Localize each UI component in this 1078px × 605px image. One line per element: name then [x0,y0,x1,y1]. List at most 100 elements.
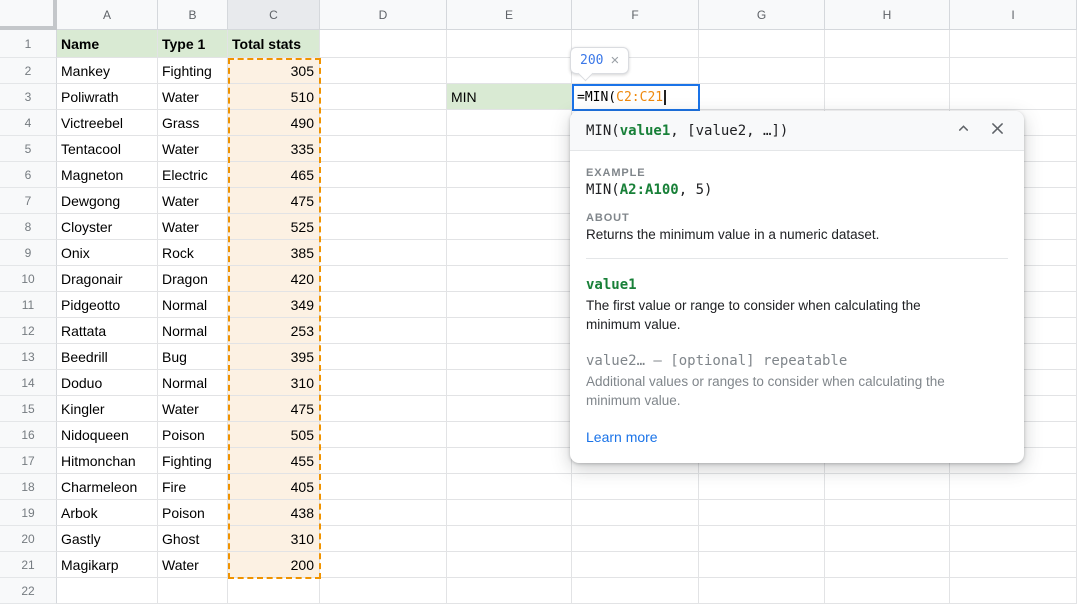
cell-D12[interactable] [320,318,447,344]
cell-A16[interactable]: Nidoqueen [57,422,158,448]
cell-G2[interactable] [699,58,825,84]
cell-C7[interactable]: 475 [228,188,320,214]
cell-C15[interactable]: 475 [228,396,320,422]
cell-A13[interactable]: Beedrill [57,344,158,370]
column-header-D[interactable]: D [320,0,447,30]
cell-A6[interactable]: Magneton [57,162,158,188]
cell-A18[interactable]: Charmeleon [57,474,158,500]
learn-more-link[interactable]: Learn more [586,429,658,445]
cell-C9[interactable]: 385 [228,240,320,266]
cell-H3[interactable] [825,84,950,110]
cell-D10[interactable] [320,266,447,292]
cell-I18[interactable] [950,474,1077,500]
cell-B22[interactable] [158,578,228,604]
column-header-G[interactable]: G [699,0,825,30]
row-number-9[interactable]: 9 [0,240,57,266]
cell-G22[interactable] [699,578,825,604]
cell-C3[interactable]: 510 [228,84,320,110]
column-header-A[interactable]: A [57,0,158,30]
cell-C11[interactable]: 349 [228,292,320,318]
row-number-17[interactable]: 17 [0,448,57,474]
cell-G18[interactable] [699,474,825,500]
cell-E9[interactable] [447,240,572,266]
cell-H22[interactable] [825,578,950,604]
cell-D17[interactable] [320,448,447,474]
cell-B6[interactable]: Electric [158,162,228,188]
cell-I21[interactable] [950,552,1077,578]
cell-A4[interactable]: Victreebel [57,110,158,136]
cell-A14[interactable]: Doduo [57,370,158,396]
cell-I22[interactable] [950,578,1077,604]
cell-A17[interactable]: Hitmonchan [57,448,158,474]
cell-B11[interactable]: Normal [158,292,228,318]
cell-B3[interactable]: Water [158,84,228,110]
cell-F18[interactable] [572,474,699,500]
cell-D14[interactable] [320,370,447,396]
cell-H20[interactable] [825,526,950,552]
row-number-20[interactable]: 20 [0,526,57,552]
cell-B7[interactable]: Water [158,188,228,214]
cell-A9[interactable]: Onix [57,240,158,266]
cell-C22[interactable] [228,578,320,604]
row-number-14[interactable]: 14 [0,370,57,396]
cell-A8[interactable]: Cloyster [57,214,158,240]
cell-C4[interactable]: 490 [228,110,320,136]
select-all-corner[interactable] [0,0,57,30]
cell-D18[interactable] [320,474,447,500]
row-number-12[interactable]: 12 [0,318,57,344]
cell-B19[interactable]: Poison [158,500,228,526]
cell-D21[interactable] [320,552,447,578]
cell-E3[interactable]: MIN [447,84,572,110]
cell-F19[interactable] [572,500,699,526]
cell-H1[interactable] [825,30,950,58]
row-number-6[interactable]: 6 [0,162,57,188]
cell-E17[interactable] [447,448,572,474]
cell-C19[interactable]: 438 [228,500,320,526]
cell-D20[interactable] [320,526,447,552]
column-header-F[interactable]: F [572,0,699,30]
cell-B4[interactable]: Grass [158,110,228,136]
cell-A12[interactable]: Rattata [57,318,158,344]
cell-B12[interactable]: Normal [158,318,228,344]
column-header-B[interactable]: B [158,0,228,30]
row-number-10[interactable]: 10 [0,266,57,292]
cell-D4[interactable] [320,110,447,136]
cell-A7[interactable]: Dewgong [57,188,158,214]
cell-G3[interactable] [699,84,825,110]
cell-F20[interactable] [572,526,699,552]
cell-B8[interactable]: Water [158,214,228,240]
row-number-8[interactable]: 8 [0,214,57,240]
cell-C14[interactable]: 310 [228,370,320,396]
cell-D13[interactable] [320,344,447,370]
row-number-7[interactable]: 7 [0,188,57,214]
row-number-16[interactable]: 16 [0,422,57,448]
cell-D3[interactable] [320,84,447,110]
cell-I1[interactable] [950,30,1077,58]
cell-C17[interactable]: 455 [228,448,320,474]
cell-B10[interactable]: Dragon [158,266,228,292]
cell-H21[interactable] [825,552,950,578]
cell-A21[interactable]: Magikarp [57,552,158,578]
cell-A22[interactable] [57,578,158,604]
row-number-15[interactable]: 15 [0,396,57,422]
row-number-3[interactable]: 3 [0,84,57,110]
cell-C5[interactable]: 335 [228,136,320,162]
cell-B20[interactable]: Ghost [158,526,228,552]
cell-C12[interactable]: 253 [228,318,320,344]
cell-A2[interactable]: Mankey [57,58,158,84]
column-header-C[interactable]: C [228,0,320,30]
cell-F21[interactable] [572,552,699,578]
cell-C6[interactable]: 465 [228,162,320,188]
row-number-19[interactable]: 19 [0,500,57,526]
row-number-21[interactable]: 21 [0,552,57,578]
cell-A5[interactable]: Tentacool [57,136,158,162]
cell-B21[interactable]: Water [158,552,228,578]
cell-B1[interactable]: Type 1 [158,30,228,58]
cell-D9[interactable] [320,240,447,266]
cell-G1[interactable] [699,30,825,58]
cell-E11[interactable] [447,292,572,318]
cell-B13[interactable]: Bug [158,344,228,370]
cell-E2[interactable] [447,58,572,84]
cell-E8[interactable] [447,214,572,240]
cell-I19[interactable] [950,500,1077,526]
